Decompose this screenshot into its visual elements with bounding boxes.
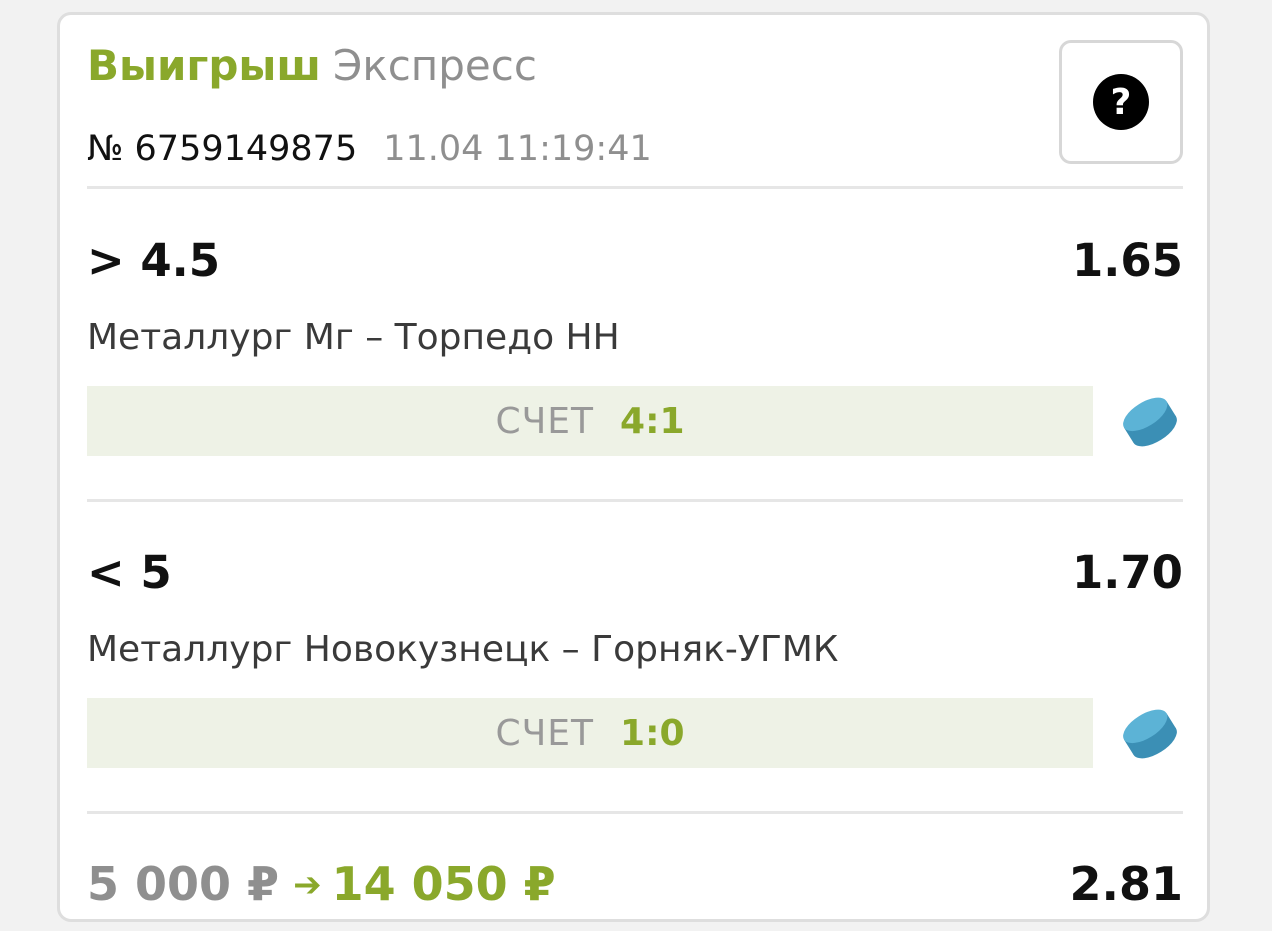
total-coefficient: 2.81 (1069, 857, 1184, 911)
score-value: 4:1 (620, 400, 685, 442)
stake-value: 5 000 ₽ (87, 857, 280, 911)
hockey-puck-icon (1123, 709, 1177, 759)
divider (87, 186, 1183, 189)
bet-meta: № 6759149875 11.04 11:19:41 (87, 127, 652, 171)
score-label: СЧЕТ (495, 712, 595, 754)
divider (87, 499, 1183, 502)
bet-type: Экспресс (333, 41, 537, 90)
event-match: Металлург Новокузнецк – Горняк-УГМК (87, 629, 839, 670)
svg-text:?: ? (1111, 82, 1132, 123)
stake-amount: 5 000 ₽ ➔ 14 050 ₽ (87, 851, 556, 922)
bet-result: Выигрыш (87, 41, 322, 90)
hockey-puck-icon (1123, 397, 1177, 447)
win-amount: 14 050 ₽ (331, 857, 556, 911)
bet-number: № 6759149875 (87, 129, 358, 169)
event-line: < 5 1.70 (87, 545, 1183, 601)
event-outcome: > 4.5 (87, 234, 221, 287)
bet-datetime: 11.04 11:19:41 (383, 129, 652, 169)
help-button[interactable]: ? (1059, 40, 1183, 164)
event-coefficient: 1.65 (1071, 234, 1183, 287)
arrow-right-icon: ➔ (293, 865, 322, 905)
score-value: 1:0 (620, 712, 685, 754)
divider (87, 811, 1183, 814)
event-line: > 4.5 1.65 (87, 233, 1183, 289)
score-bar: СЧЕТ 4:1 (87, 386, 1093, 456)
event-match: Металлург Мг – Торпедо НН (87, 317, 620, 358)
question-icon: ? (1093, 74, 1149, 130)
bet-card: Выигрыш Экспресс № 6759149875 11.04 11:19:… (57, 12, 1210, 922)
score-label: СЧЕТ (495, 400, 595, 442)
event-outcome: < 5 (87, 546, 172, 599)
bet-header-title: Выигрыш Экспресс (87, 41, 537, 91)
event-coefficient: 1.70 (1071, 546, 1183, 599)
score-bar: СЧЕТ 1:0 (87, 698, 1093, 768)
bet-footer: 5 000 ₽ ➔ 14 050 ₽ 2.81 (87, 851, 1183, 917)
